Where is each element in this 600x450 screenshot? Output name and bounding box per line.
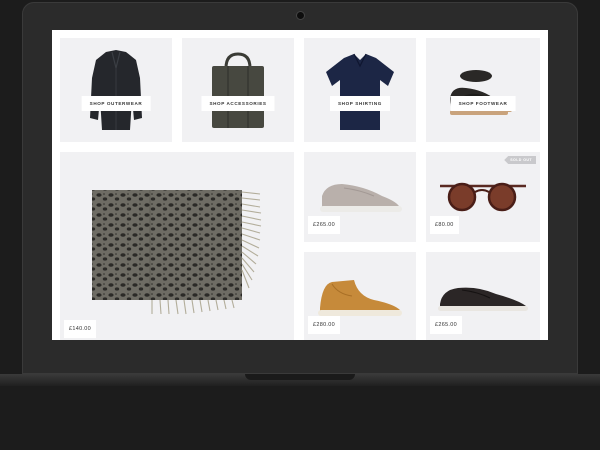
product-tile-grey-sneaker[interactable]: £265.00	[304, 152, 416, 242]
product-tile-tan-sneaker[interactable]: £280.00	[304, 252, 416, 340]
category-label-footwear: SHOP FOOTWEAR	[450, 96, 516, 111]
product-tile-black-sneaker[interactable]: £265.00	[426, 252, 540, 340]
price-label-sunglasses: £80.00	[430, 216, 459, 234]
price-label-grey-sneaker: £265.00	[308, 216, 340, 234]
laptop-base-notch	[245, 374, 355, 380]
price-label-tan-sneaker: £280.00	[308, 316, 340, 334]
category-label-shirting: SHOP SHIRTING	[330, 96, 390, 111]
product-tile-sunglasses[interactable]: SOLD OUT £80.00	[426, 152, 540, 242]
coat-icon	[90, 50, 142, 130]
polo-shirt-icon	[326, 53, 394, 130]
webcam-icon	[296, 11, 305, 20]
category-tile-shirting[interactable]: SHOP SHIRTING	[304, 38, 416, 142]
sold-out-badge: SOLD OUT	[504, 156, 536, 164]
category-tile-footwear[interactable]: SHOP FOOTWEAR	[426, 38, 540, 142]
price-label-scarf: £140.00	[64, 320, 96, 338]
category-label-accessories: SHOP ACCESSORIES	[201, 96, 275, 111]
category-tile-outerwear[interactable]: SHOP OUTERWEAR	[60, 38, 172, 142]
category-tile-accessories[interactable]: SHOP ACCESSORIES	[182, 38, 294, 142]
scarf-image	[92, 190, 262, 315]
category-label-outerwear: SHOP OUTERWEAR	[81, 96, 151, 111]
price-label-black-sneaker: £265.00	[430, 316, 462, 334]
product-tile-scarf[interactable]: £140.00	[60, 152, 294, 340]
shoes-icon	[450, 70, 512, 115]
shop-screen: SHOP OUTERWEAR SHOP ACCESSORIES SHOP SHI…	[52, 30, 548, 340]
bag-icon	[212, 52, 264, 128]
